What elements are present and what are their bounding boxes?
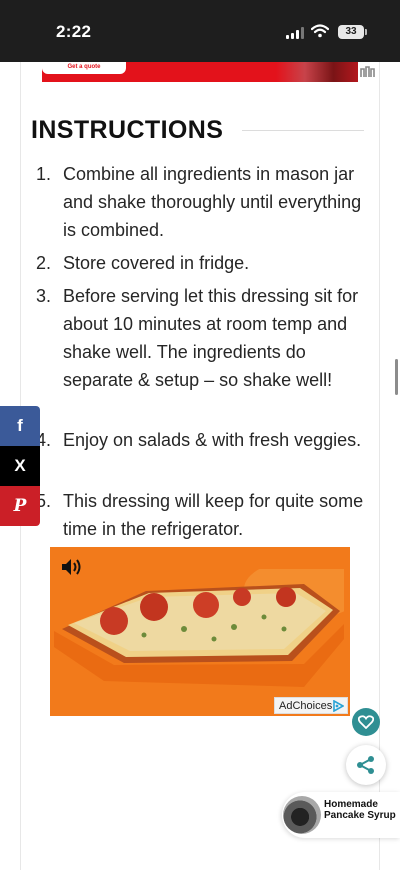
ad-banner[interactable]: Get a quote <box>42 62 358 82</box>
pizza-image <box>54 569 344 687</box>
heart-icon <box>358 715 374 729</box>
related-recipe-card[interactable]: Homemade Pancake Syrup <box>282 792 400 838</box>
pinterest-share-button[interactable]: P <box>0 486 40 526</box>
heading-divider <box>242 130 364 131</box>
facebook-share-button[interactable]: f <box>0 406 40 446</box>
facebook-icon: f <box>17 416 23 435</box>
step-number: 1. <box>36 164 52 184</box>
pinterest-icon: P <box>13 496 27 516</box>
status-bar: 2:22 33 <box>0 0 400 62</box>
ad-image <box>276 62 358 82</box>
step-text: This dressing will keep for quite some t… <box>63 491 364 539</box>
wifi-icon <box>311 24 329 38</box>
ad-cta-button[interactable]: Get a quote <box>42 62 126 74</box>
ad-logo-icon[interactable] <box>360 66 378 78</box>
share-icon <box>357 756 374 774</box>
step-text: Enjoy on salads & with fresh veggies. <box>63 430 362 450</box>
related-recipe-title: Homemade Pancake Syrup <box>324 799 396 821</box>
x-share-button[interactable]: X <box>0 446 40 486</box>
signal-icon <box>286 27 304 39</box>
step-number: 2. <box>36 253 52 273</box>
status-time: 2:22 <box>56 22 92 41</box>
x-icon: X <box>14 456 26 475</box>
adchoices-label: AdChoices <box>279 700 333 712</box>
instructions-heading: INSTRUCTIONS <box>31 116 224 144</box>
adchoices-icon <box>333 700 344 712</box>
speaker-icon[interactable] <box>60 556 84 578</box>
step-text: Before serving let this dressing sit for… <box>63 286 359 390</box>
step-number: 3. <box>36 286 52 306</box>
share-button[interactable] <box>346 745 386 785</box>
adchoices-badge[interactable]: AdChoices <box>274 697 348 714</box>
battery-icon: 33 <box>338 25 367 39</box>
step-text: Combine all ingredients in mason jar and… <box>63 164 362 240</box>
video-ad[interactable] <box>50 547 350 716</box>
related-recipe-thumbnail <box>283 796 321 834</box>
step-text: Store covered in fridge. <box>63 253 250 273</box>
scrollbar-thumb[interactable] <box>395 359 398 395</box>
save-favorite-button[interactable] <box>352 708 380 736</box>
share-rail: f X P <box>0 406 40 526</box>
